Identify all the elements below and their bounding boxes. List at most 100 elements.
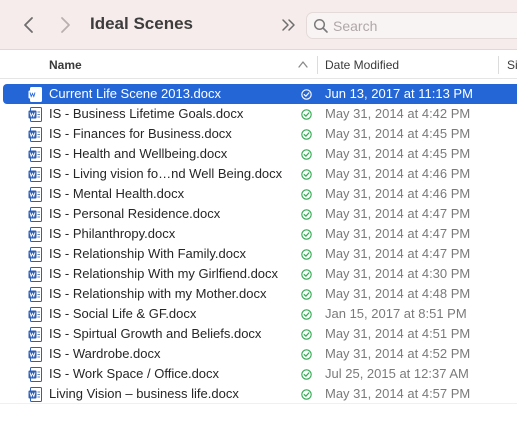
word-document-icon xyxy=(28,287,42,302)
word-document-icon xyxy=(28,87,42,102)
word-document-icon xyxy=(28,167,42,182)
file-name: IS - Relationship With Family.docx xyxy=(49,246,246,261)
file-row[interactable]: IS - Relationship With my Girlfiend.docx… xyxy=(0,264,517,284)
column-header-date-modified[interactable]: Date Modified xyxy=(325,58,399,72)
synced-check-icon xyxy=(301,129,312,140)
double-chevron-right-icon xyxy=(282,19,295,31)
word-document-icon xyxy=(28,267,42,282)
file-name: IS - Health and Wellbeing.docx xyxy=(49,146,228,161)
file-row[interactable]: IS - Mental Health.docx May 31, 2014 at 4… xyxy=(0,184,517,204)
file-row[interactable]: IS - Finances for Business.docx May 31, 2… xyxy=(0,124,517,144)
column-header: Name Date Modified Si xyxy=(0,51,517,79)
file-date-modified: May 31, 2014 at 4:46 PM xyxy=(325,186,471,201)
file-name: Current Life Scene 2013.docx xyxy=(49,86,221,101)
chevron-left-icon xyxy=(24,17,33,33)
toolbar-overflow-button[interactable] xyxy=(279,14,299,36)
file-date-modified: Jun 13, 2017 at 11:13 PM xyxy=(325,86,473,101)
file-row[interactable]: IS - Living vision fo…nd Well Being.docx… xyxy=(0,164,517,184)
file-row[interactable]: IS - Philanthropy.docx May 31, 2014 at 4:… xyxy=(0,224,517,244)
word-document-icon xyxy=(28,187,42,202)
file-name: IS - Business Lifetime Goals.docx xyxy=(49,106,244,121)
column-header-name[interactable]: Name xyxy=(49,58,82,72)
column-divider[interactable] xyxy=(317,56,318,74)
word-document-icon xyxy=(28,307,42,322)
file-date-modified: Jan 15, 2017 at 8:51 PM xyxy=(325,306,467,321)
list-divider xyxy=(0,403,517,404)
column-header-size[interactable]: Si xyxy=(507,58,517,72)
word-document-icon xyxy=(28,107,42,122)
word-document-icon xyxy=(28,147,42,162)
synced-check-icon xyxy=(301,229,312,240)
back-button[interactable] xyxy=(18,13,40,37)
file-row[interactable]: IS - Wardrobe.docx May 31, 2014 at 4:52 P… xyxy=(0,344,517,364)
file-name: IS - Relationship with my Mother.docx xyxy=(49,286,267,301)
file-name: IS - Work Space / Office.docx xyxy=(49,366,220,381)
word-document-icon xyxy=(28,207,42,222)
file-date-modified: May 31, 2014 at 4:42 PM xyxy=(325,106,471,121)
synced-check-icon xyxy=(301,209,312,220)
file-name: IS - Spirtual Growth and Beliefs.docx xyxy=(49,326,262,341)
file-date-modified: May 31, 2014 at 4:57 PM xyxy=(325,386,471,401)
file-name: IS - Personal Residence.docx xyxy=(49,206,221,221)
file-date-modified: May 31, 2014 at 4:47 PM xyxy=(325,226,471,241)
synced-check-icon xyxy=(301,329,312,340)
file-date-modified: May 31, 2014 at 4:45 PM xyxy=(325,126,471,141)
synced-check-icon xyxy=(301,269,312,280)
search-icon xyxy=(313,18,328,33)
word-document-icon xyxy=(28,127,42,142)
file-date-modified: May 31, 2014 at 4:52 PM xyxy=(325,346,471,361)
synced-check-icon xyxy=(301,369,312,380)
file-row[interactable]: IS - Relationship with my Mother.docx May… xyxy=(0,284,517,304)
file-name: IS - Philanthropy.docx xyxy=(49,226,176,241)
word-document-icon xyxy=(28,227,42,242)
search-field[interactable] xyxy=(306,12,517,39)
file-name: IS - Relationship With my Girlfiend.docx xyxy=(49,266,279,281)
file-date-modified: May 31, 2014 at 4:47 PM xyxy=(325,206,471,221)
file-date-modified: May 31, 2014 at 4:48 PM xyxy=(325,286,471,301)
synced-check-icon xyxy=(301,289,312,300)
synced-check-icon xyxy=(301,249,312,260)
word-document-icon xyxy=(28,347,42,362)
synced-check-icon xyxy=(301,349,312,360)
file-name: IS - Wardrobe.docx xyxy=(49,346,161,361)
synced-check-icon xyxy=(301,389,312,400)
file-row[interactable]: IS - Spirtual Growth and Beliefs.docx May… xyxy=(0,324,517,344)
synced-check-icon xyxy=(301,189,312,200)
file-name: IS - Mental Health.docx xyxy=(49,186,185,201)
file-name: Living Vision – business life.docx xyxy=(49,386,239,401)
word-document-icon xyxy=(28,367,42,382)
file-row[interactable]: Current Life Scene 2013.docx Jun 13, 2017… xyxy=(3,84,517,104)
file-date-modified: May 31, 2014 at 4:45 PM xyxy=(325,146,471,161)
sort-ascending-icon[interactable] xyxy=(298,60,308,68)
synced-check-icon xyxy=(301,169,312,180)
file-date-modified: Jul 25, 2015 at 12:37 AM xyxy=(325,366,469,381)
file-name: IS - Living vision fo…nd Well Being.docx xyxy=(49,166,283,181)
window-title: Ideal Scenes xyxy=(90,14,194,33)
file-name: IS - Finances for Business.docx xyxy=(49,126,232,141)
synced-check-icon xyxy=(301,89,312,100)
file-date-modified: May 31, 2014 at 4:51 PM xyxy=(325,326,471,341)
word-document-icon xyxy=(28,327,42,342)
synced-check-icon xyxy=(301,109,312,120)
column-divider[interactable] xyxy=(498,56,499,74)
file-row[interactable]: IS - Personal Residence.docx May 31, 2014… xyxy=(0,204,517,224)
file-row[interactable]: IS - Relationship With Family.docx May 31… xyxy=(0,244,517,264)
file-row[interactable]: IS - Business Lifetime Goals.docx May 31,… xyxy=(0,104,517,124)
file-name: IS - Social Life & GF.docx xyxy=(49,306,197,321)
file-date-modified: May 31, 2014 at 4:30 PM xyxy=(325,266,471,281)
file-row[interactable]: Living Vision – business life.docx May 31… xyxy=(0,384,517,404)
search-input[interactable] xyxy=(333,16,513,36)
file-row[interactable]: IS - Work Space / Office.docx Jul 25, 201… xyxy=(0,364,517,384)
file-date-modified: May 31, 2014 at 4:46 PM xyxy=(325,166,471,181)
synced-check-icon xyxy=(301,309,312,320)
file-row[interactable]: IS - Health and Wellbeing.docx May 31, 20… xyxy=(0,144,517,164)
file-row[interactable]: IS - Social Life & GF.docx Jan 15, 2017 a… xyxy=(0,304,517,324)
synced-check-icon xyxy=(301,149,312,160)
chevron-right-icon xyxy=(61,17,70,33)
toolbar: Ideal Scenes xyxy=(0,0,517,50)
file-date-modified: May 31, 2014 at 4:47 PM xyxy=(325,246,471,261)
word-document-icon xyxy=(28,387,42,402)
file-list: Current Life Scene 2013.docx Jun 13, 2017… xyxy=(0,84,517,404)
forward-button[interactable] xyxy=(54,13,76,37)
word-document-icon xyxy=(28,247,42,262)
